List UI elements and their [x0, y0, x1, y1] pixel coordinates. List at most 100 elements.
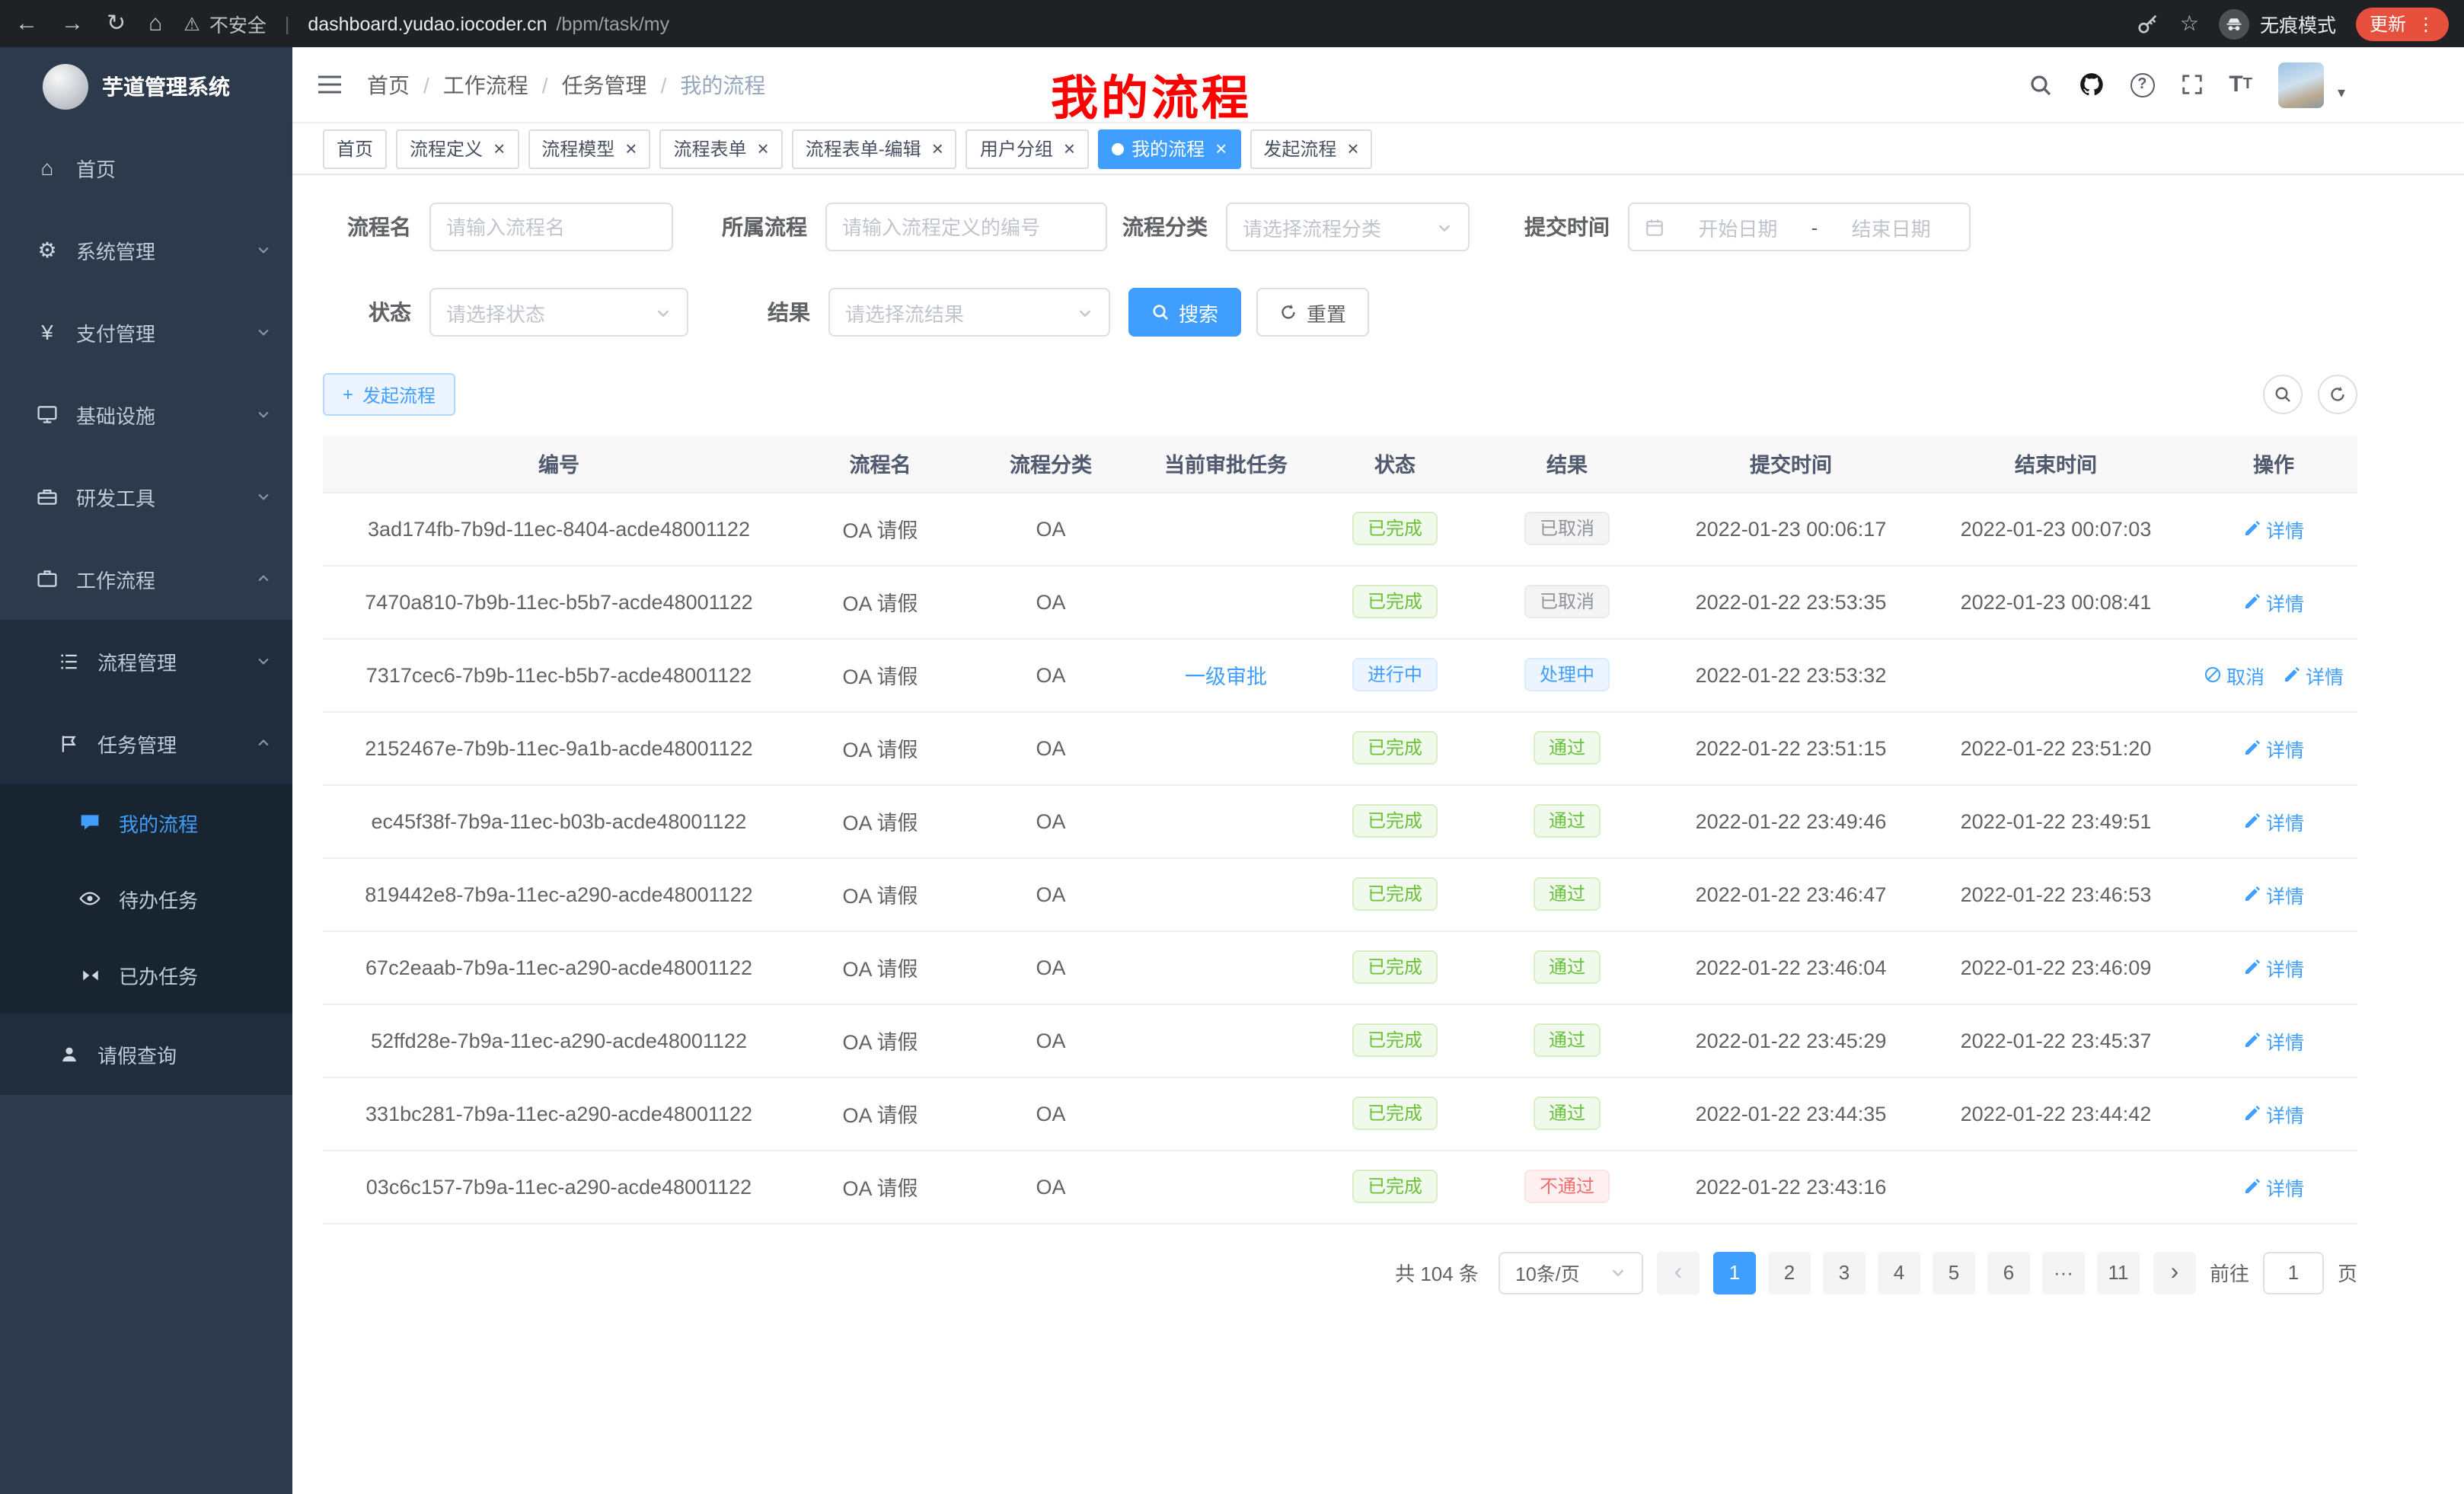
sidebar-item-process-management[interactable]: 流程管理	[0, 620, 292, 702]
process-def-input[interactable]	[825, 203, 1107, 251]
cell-process-name: OA 请假	[795, 784, 965, 857]
logo-avatar	[43, 64, 88, 110]
tab-label: 流程模型	[541, 136, 614, 161]
refresh-table-icon[interactable]	[2318, 375, 2357, 414]
result-select[interactable]: 请选择流结果	[828, 288, 1110, 337]
fullscreen-icon[interactable]	[2180, 73, 2203, 96]
tab[interactable]: 发起流程×	[1250, 129, 1372, 168]
cell-process-name: OA 请假	[795, 638, 965, 711]
sidebar-item-infrastructure[interactable]: 基础设施	[0, 373, 292, 455]
page-button[interactable]: 1	[1713, 1251, 1756, 1294]
tab-close-icon[interactable]: ×	[1347, 139, 1358, 158]
forward-icon[interactable]: →	[61, 12, 84, 35]
show-search-icon[interactable]	[2263, 375, 2303, 414]
tab-close-icon[interactable]: ×	[493, 139, 505, 158]
detail-link[interactable]: 详情	[2243, 953, 2304, 982]
next-page-button[interactable]: ›	[2153, 1251, 2196, 1294]
sidebar-item-system[interactable]: ⚙ 系统管理	[0, 209, 292, 291]
breadcrumb-item[interactable]: 首页	[367, 69, 410, 100]
sidebar-item-leave-query[interactable]: 请假查询	[0, 1013, 292, 1095]
key-icon[interactable]	[2137, 12, 2160, 35]
bookmark-star-icon[interactable]: ☆	[2180, 11, 2199, 37]
tab[interactable]: 首页	[323, 129, 387, 168]
monitor-icon	[34, 404, 61, 425]
browser-nav: ← → ↻ ⌂	[15, 12, 162, 35]
create-process-button[interactable]: + 发起流程	[323, 373, 455, 416]
address-bar[interactable]: ⚠ 不安全 | dashboard.yudao.iocoder.cn/bpm/t…	[184, 9, 2137, 38]
table-row: 52ffd28e-7b9a-11ec-a290-acde48001122OA 请…	[323, 1004, 2357, 1077]
submit-time-range-picker[interactable]: 开始日期 - 结束日期	[1628, 203, 1971, 251]
cell-submit-time: 2022-01-22 23:44:35	[1660, 1077, 1922, 1150]
tab[interactable]: 流程模型 ×	[528, 129, 650, 168]
sidebar-item-label: 支付管理	[76, 318, 241, 346]
category-select[interactable]: 请选择流程分类	[1226, 203, 1470, 251]
detail-link[interactable]: 详情	[2243, 1172, 2304, 1201]
search-button[interactable]: 搜索	[1128, 288, 1241, 337]
update-button[interactable]: 更新 ⋮	[2356, 7, 2449, 40]
tab[interactable]: 用户分组×	[966, 129, 1089, 168]
sidebar-item-task-management[interactable]: 任务管理	[0, 702, 292, 784]
search-icon[interactable]	[2028, 72, 2052, 97]
sidebar-item-todo-tasks[interactable]: 待办任务	[0, 860, 292, 937]
cell-submit-time: 2022-01-22 23:46:04	[1660, 931, 1922, 1004]
page-button[interactable]: 5	[1933, 1251, 1975, 1294]
page-size-select[interactable]: 10条/页	[1499, 1251, 1643, 1294]
detail-link[interactable]: 详情	[2243, 514, 2304, 543]
table-row: 3ad174fb-7b9d-11ec-8404-acde48001122OA 请…	[323, 492, 2357, 565]
update-label: 更新	[2370, 11, 2406, 37]
reset-button[interactable]: 重置	[1256, 288, 1369, 337]
detail-link[interactable]: 详情	[2243, 587, 2304, 616]
detail-link[interactable]: 详情	[2243, 1026, 2304, 1055]
tab-close-icon[interactable]: ×	[1064, 139, 1075, 158]
sidebar-item-workflow[interactable]: 工作流程	[0, 538, 292, 620]
breadcrumb-item[interactable]: 任务管理	[562, 69, 647, 100]
prev-page-button[interactable]: ‹	[1657, 1251, 1700, 1294]
sidebar-item-devtools[interactable]: 研发工具	[0, 455, 292, 538]
help-icon[interactable]: ?	[2130, 72, 2154, 97]
detail-link[interactable]: 详情	[2243, 733, 2304, 762]
page-button[interactable]: 2	[1768, 1251, 1811, 1294]
browser-menu-icon[interactable]: ⋮	[2417, 13, 2435, 34]
tab-close-icon[interactable]: ×	[758, 139, 769, 158]
detail-link[interactable]: 详情	[2283, 660, 2344, 689]
tab-close-icon[interactable]: ×	[1215, 139, 1227, 158]
page-button[interactable]: 6	[1987, 1251, 2030, 1294]
tab[interactable]: 我的流程×	[1098, 129, 1240, 168]
font-size-icon[interactable]: TT	[2229, 72, 2252, 97]
user-avatar[interactable]	[2278, 62, 2324, 107]
tab[interactable]: 流程表单×	[659, 129, 782, 168]
sidebar-item-home[interactable]: ⌂ 首页	[0, 126, 292, 209]
goto-page-input[interactable]	[2263, 1251, 2324, 1294]
page-button[interactable]: 11	[2097, 1251, 2140, 1294]
cell-category: OA	[965, 492, 1136, 565]
sidebar-item-payment[interactable]: ¥ 支付管理	[0, 291, 292, 373]
cell-result: 通过	[1474, 931, 1660, 1004]
page-button[interactable]: 4	[1878, 1251, 1920, 1294]
calendar-icon	[1645, 217, 1664, 237]
breadcrumb-item[interactable]: 工作流程	[443, 69, 528, 100]
eye-icon	[76, 888, 104, 909]
detail-link[interactable]: 详情	[2243, 879, 2304, 908]
home-icon[interactable]: ⌂	[148, 12, 162, 35]
page-button[interactable]: 3	[1823, 1251, 1866, 1294]
tab[interactable]: 流程表单-编辑×	[792, 129, 957, 168]
github-icon[interactable]	[2078, 72, 2104, 97]
sidebar-item-my-process[interactable]: 我的流程	[0, 784, 292, 860]
tab-close-icon[interactable]: ×	[625, 139, 637, 158]
cancel-link[interactable]: 取消	[2204, 660, 2265, 689]
tab-close-icon[interactable]: ×	[932, 139, 943, 158]
sidebar-collapse-icon[interactable]	[317, 73, 343, 96]
detail-link[interactable]: 详情	[2243, 806, 2304, 835]
process-name-input[interactable]	[429, 203, 673, 251]
current-task-link[interactable]: 一级审批	[1185, 666, 1267, 688]
chevron-down-icon[interactable]: ▾	[2338, 85, 2345, 107]
status-select[interactable]: 请选择状态	[429, 288, 688, 337]
tab[interactable]: 流程定义×	[396, 129, 519, 168]
detail-icon	[2243, 592, 2261, 611]
back-icon[interactable]: ←	[15, 12, 38, 35]
table-row: 67c2eaab-7b9a-11ec-a290-acde48001122OA 请…	[323, 931, 2357, 1004]
reload-icon[interactable]: ↻	[107, 12, 126, 35]
page-ellipsis[interactable]: ···	[2042, 1251, 2085, 1294]
sidebar-item-done-tasks[interactable]: 已办任务	[0, 937, 292, 1013]
detail-link[interactable]: 详情	[2243, 1099, 2304, 1128]
